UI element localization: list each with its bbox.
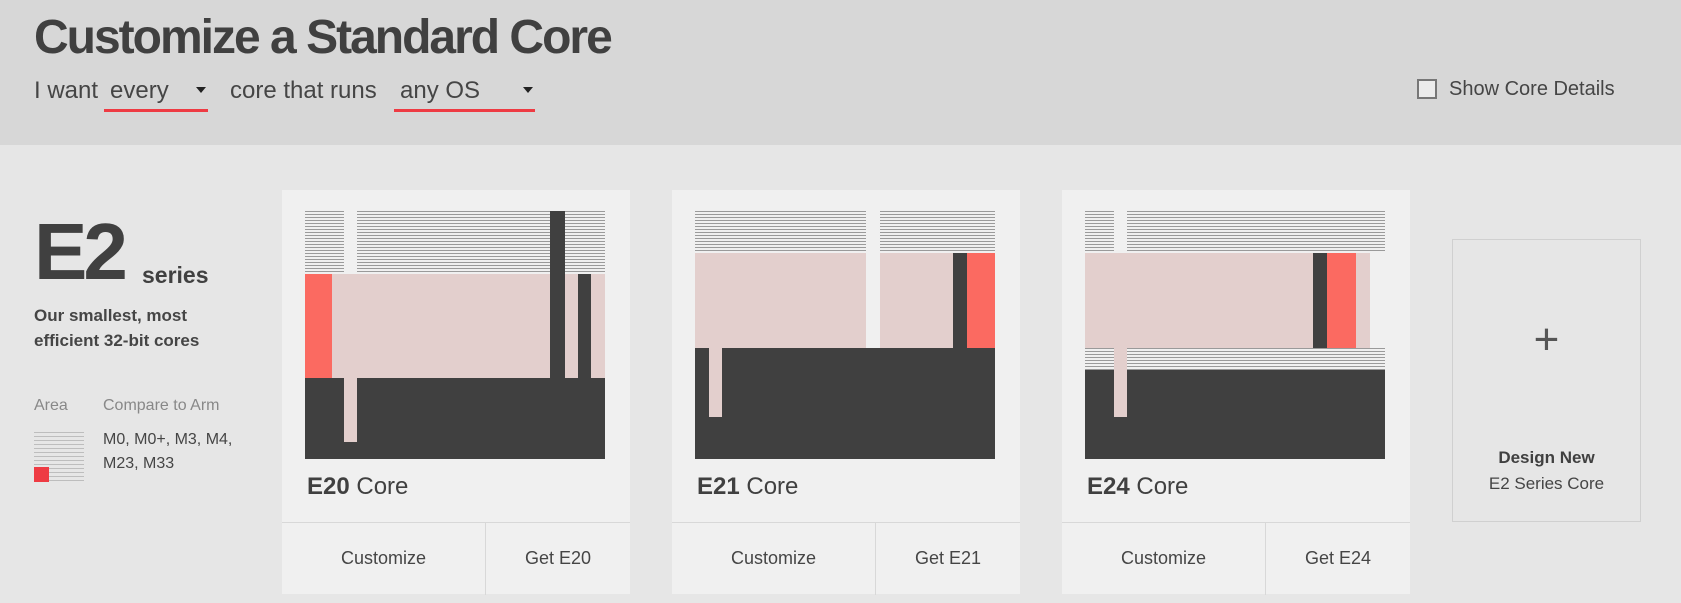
- card-title: E24 Core: [1087, 473, 1188, 501]
- diagram-column-block: [550, 211, 565, 378]
- plus-icon: +: [1533, 315, 1560, 364]
- get-core-button[interactable]: Get E20: [486, 523, 630, 595]
- chevron-down-icon: [196, 87, 206, 93]
- diagram-core-block: [305, 274, 332, 378]
- show-core-details-label: Show Core Details: [1449, 78, 1615, 100]
- core-name: E24: [1087, 473, 1130, 500]
- design-new-title: Design New: [1498, 448, 1595, 467]
- filter-middle-text: core that runs: [230, 77, 377, 104]
- customize-button[interactable]: Customize: [282, 523, 486, 595]
- diagram-column-block: [578, 274, 591, 378]
- card-footer: Customize Get E21: [672, 522, 1020, 595]
- customize-button[interactable]: Customize: [672, 523, 876, 595]
- core-name: E21: [697, 473, 740, 500]
- filter-prefix: I want: [34, 77, 99, 104]
- get-core-button[interactable]: Get E21: [876, 523, 1020, 595]
- customize-button[interactable]: Customize: [1062, 523, 1266, 595]
- get-core-button[interactable]: Get E24: [1266, 523, 1410, 595]
- os-dropdown[interactable]: any OS: [394, 74, 535, 112]
- diagram-bus-block: [344, 378, 357, 442]
- core-card-e24: E24 Core Customize Get E24: [1062, 190, 1410, 595]
- diagram-base-block: [1085, 370, 1385, 459]
- compare-values: M0, M0+, M3, M4, M23, M33: [103, 431, 233, 472]
- design-new-core-card[interactable]: + Design New E2 Series Core: [1452, 239, 1641, 522]
- diagram-memory-lines: [695, 211, 866, 253]
- core-selection-value: every: [110, 77, 169, 104]
- core-suffix: Core: [356, 473, 409, 500]
- diagram-base-block: [695, 348, 995, 459]
- core-diagram-e21: [695, 211, 995, 459]
- chevron-down-icon: [523, 87, 533, 93]
- diagram-memory-lines: [880, 211, 995, 253]
- core-diagram-e20: [305, 211, 605, 459]
- card-title: E21 Core: [697, 473, 798, 501]
- diagram-bus-block: [1114, 348, 1127, 417]
- area-label: Area: [34, 397, 68, 414]
- diagram-memory-lines: [305, 211, 344, 274]
- core-card-e21: E21 Core Customize Get E21: [672, 190, 1020, 595]
- core-suffix: Core: [1136, 473, 1189, 500]
- os-value: any OS: [400, 77, 481, 104]
- diagram-memory-lines: [1085, 211, 1114, 253]
- diagram-memory-lines: [1127, 211, 1385, 253]
- page-title: Customize a Standard Core: [34, 11, 613, 64]
- design-new-subtitle: E2 Series Core: [1488, 474, 1605, 493]
- core-diagram-e24: [1085, 211, 1385, 459]
- diagram-pipeline-block: [695, 253, 866, 348]
- diagram-memory-lines: [1085, 348, 1385, 370]
- area-swatch-fill: [34, 467, 49, 482]
- core-card-e20: E20 Core Customize Get E20: [282, 190, 630, 595]
- series-suffix: series: [142, 262, 209, 288]
- diagram-memory-lines: [357, 211, 605, 274]
- page-header: Customize a Standard Core I want every c…: [0, 0, 1681, 145]
- series-name: E2: [34, 207, 128, 296]
- core-suffix: Core: [746, 473, 799, 500]
- show-core-details-checkbox[interactable]: [1417, 79, 1437, 99]
- card-footer: Customize Get E20: [282, 522, 630, 595]
- diagram-bus-block: [709, 348, 722, 417]
- compare-label: Compare to Arm: [103, 397, 220, 414]
- area-swatch-icon: [34, 432, 84, 482]
- diagram-core-block: [967, 253, 995, 348]
- diagram-column-block: [1313, 253, 1327, 348]
- diagram-column-block: [953, 253, 967, 348]
- core-selection-dropdown[interactable]: every: [104, 74, 208, 112]
- card-title: E20 Core: [307, 473, 408, 501]
- core-name: E20: [307, 473, 350, 500]
- series-description: Our smallest, most efficient 32-bit core…: [34, 306, 200, 350]
- card-footer: Customize Get E24: [1062, 522, 1410, 595]
- diagram-core-block: [1327, 253, 1356, 348]
